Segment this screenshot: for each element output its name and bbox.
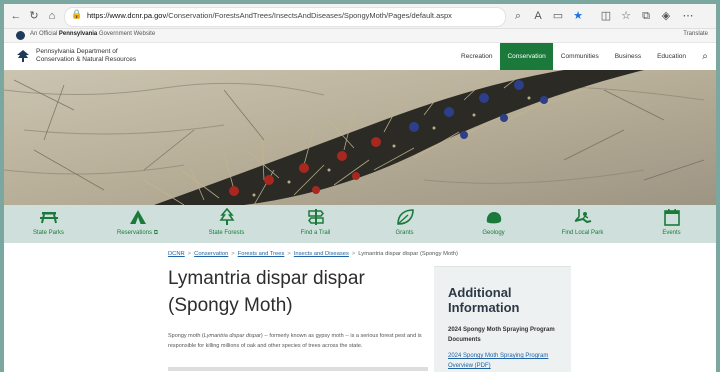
intro-paragraph: Spongy moth (Lymantria dispar dispar) --… bbox=[168, 333, 422, 349]
quick-link-state-forests[interactable]: State Forests bbox=[182, 205, 271, 243]
dcnr-logo-icon[interactable] bbox=[16, 49, 30, 63]
translate-link[interactable]: Translate bbox=[683, 31, 708, 37]
site-logo-text[interactable]: Pennsylvania Department of Conservation … bbox=[36, 48, 136, 64]
home-icon[interactable]: ⌂ bbox=[44, 8, 60, 24]
official-website-banner: An Official Pennsylvania Government Webs… bbox=[4, 29, 716, 43]
quick-link-reservations[interactable]: Reservations ⧉ bbox=[93, 205, 182, 243]
quick-link-label: Events bbox=[662, 230, 681, 236]
next-paragraph-placeholder bbox=[168, 367, 428, 371]
tent-icon bbox=[129, 210, 146, 224]
external-link-icon: ⧉ bbox=[153, 230, 158, 236]
breadcrumb-insects-and-diseases[interactable]: Insects and Diseases bbox=[294, 251, 349, 257]
spraying-overview-link[interactable]: 2024 Spongy Moth Spraying Program Overvi… bbox=[448, 351, 563, 371]
quick-link-find-a-trail[interactable]: Find a Trail bbox=[271, 205, 360, 243]
swing-icon bbox=[574, 209, 591, 224]
breadcrumb-separator: > bbox=[351, 251, 356, 257]
picnic-table-icon bbox=[39, 212, 58, 224]
calendar-icon bbox=[663, 209, 680, 226]
favorite-star-icon[interactable]: ★ bbox=[570, 8, 586, 24]
official-banner-text: An Official Pennsylvania Government Webs… bbox=[30, 31, 156, 37]
trail-sign-icon bbox=[307, 209, 324, 225]
quick-link-label: Find a Trail bbox=[300, 230, 331, 236]
extension-icon[interactable]: ◈ bbox=[658, 8, 674, 24]
main-content: DCNR > Conservation > Forests and Trees > Inse… bbox=[4, 243, 716, 372]
page-title-line1: Lymantria dispar dispar bbox=[168, 268, 365, 289]
breadcrumb-separator: > bbox=[231, 251, 235, 257]
lock-icon: 🔒 bbox=[71, 9, 83, 19]
browser-window: ← ↻ ⌂ 🔒 https://www.dcnr.pa.gov/Conserva… bbox=[4, 4, 716, 372]
breadcrumb-conservation[interactable]: Conservation bbox=[194, 251, 228, 257]
quick-link-geology[interactable]: Geology bbox=[449, 205, 538, 243]
quick-link-events[interactable]: Events bbox=[627, 205, 716, 243]
quick-link-state-parks[interactable]: State Parks bbox=[4, 205, 93, 243]
quick-link-label: State Forests bbox=[208, 230, 245, 236]
caterpillar-photo bbox=[4, 70, 716, 205]
quick-link-label: State Parks bbox=[32, 230, 64, 236]
breadcrumb-separator: > bbox=[287, 251, 291, 257]
zoom-icon[interactable]: ⌕ bbox=[510, 8, 526, 24]
breadcrumb: DCNR > Conservation > Forests and Trees > Inse… bbox=[168, 251, 458, 257]
panel-heading: 2024 Spongy Moth Spraying Program Docume… bbox=[448, 327, 555, 343]
quick-link-grants[interactable]: Grants bbox=[360, 205, 449, 243]
site-header: Pennsylvania Department of Conservation … bbox=[4, 43, 716, 70]
nav-conservation[interactable]: Conservation bbox=[500, 43, 553, 70]
nav-recreation[interactable]: Recreation bbox=[453, 43, 500, 70]
address-bar[interactable]: 🔒 https://www.dcnr.pa.gov/Conservation/F… bbox=[64, 7, 506, 27]
split-screen-icon[interactable]: ◫ bbox=[598, 8, 614, 24]
quick-link-label: Find Local Park bbox=[561, 230, 604, 236]
nav-business[interactable]: Business bbox=[607, 43, 649, 70]
search-icon[interactable]: ⌕ bbox=[694, 43, 716, 70]
rock-icon bbox=[486, 212, 501, 224]
quick-link-label: Reservations ⧉ bbox=[117, 230, 158, 236]
breadcrumb-separator: > bbox=[187, 251, 192, 257]
back-arrow-icon[interactable]: ← bbox=[8, 8, 24, 24]
state-seal-icon bbox=[16, 31, 25, 40]
panel-title: Additional Information bbox=[448, 285, 520, 315]
nav-education[interactable]: Education bbox=[649, 43, 694, 70]
nav-communities[interactable]: Communities bbox=[553, 43, 607, 70]
quick-links-bar: State Parks Reservations ⧉ State Forests… bbox=[4, 205, 716, 243]
collections-icon[interactable]: ⧉ bbox=[638, 8, 654, 24]
favorites-icon[interactable]: ☆ bbox=[618, 8, 634, 24]
leaf-icon bbox=[396, 209, 414, 225]
quick-link-label: Grants bbox=[395, 230, 414, 236]
more-menu-icon[interactable]: ⋯ bbox=[680, 8, 696, 24]
url-text: https://www.dcnr.pa.gov/Conservation/For… bbox=[87, 11, 452, 20]
hero-caterpillar-image bbox=[4, 70, 716, 205]
breadcrumb-dcnr[interactable]: DCNR bbox=[168, 251, 185, 257]
additional-information-panel: Additional Information 2024 Spongy Moth … bbox=[434, 266, 571, 372]
breadcrumb-forests-and-trees[interactable]: Forests and Trees bbox=[238, 251, 285, 257]
main-nav: Recreation Conservation Communities Busi… bbox=[453, 43, 716, 70]
quick-link-find-local-park[interactable]: Find Local Park bbox=[538, 205, 627, 243]
app-icon[interactable]: ▭ bbox=[550, 8, 566, 24]
page-title-line2: (Spongy Moth) bbox=[168, 295, 293, 316]
quick-link-label: Geology bbox=[482, 230, 505, 236]
browser-toolbar: ← ↻ ⌂ 🔒 https://www.dcnr.pa.gov/Conserva… bbox=[4, 4, 716, 29]
refresh-icon[interactable]: ↻ bbox=[26, 8, 42, 24]
read-aloud-icon[interactable]: A bbox=[530, 8, 546, 24]
breadcrumb-current: Lymantria dispar dispar (Spongy Moth) bbox=[358, 251, 458, 257]
tree-icon bbox=[218, 208, 235, 225]
